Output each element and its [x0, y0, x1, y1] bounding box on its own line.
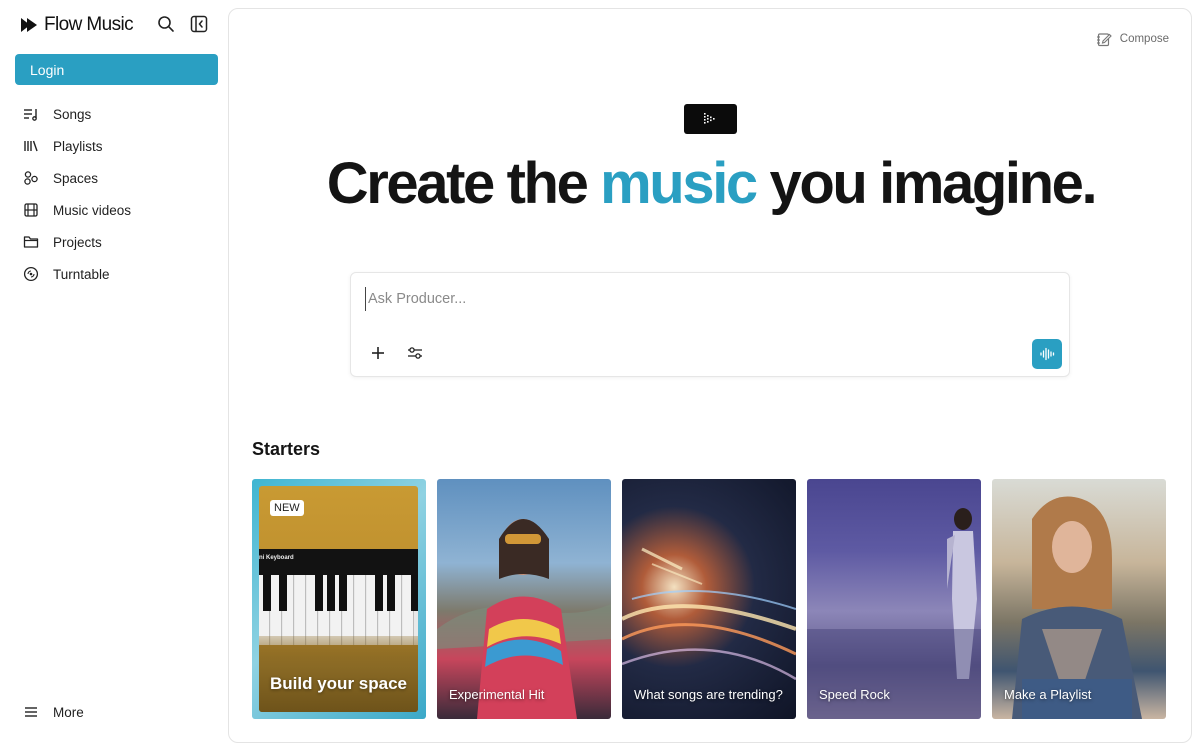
flow-music-app: Flow Music Login Songs Playlists Spaces …: [0, 0, 1200, 750]
spaces-icon: [23, 170, 39, 186]
login-button[interactable]: Login: [15, 54, 218, 85]
sidebar-item-playlists[interactable]: Playlists: [0, 130, 228, 162]
card-label: Make a Playlist: [1004, 687, 1092, 702]
hero-headline: Create the music you imagine.: [229, 149, 1193, 219]
card-label: What songs are trending?: [634, 687, 783, 702]
flow-logo-icon: [20, 16, 38, 34]
sidebar-item-turntable[interactable]: Turntable: [0, 258, 228, 290]
new-badge: NEW: [270, 500, 304, 516]
starters-cards: NEW ni Keyboard Build your space Experim…: [252, 479, 1166, 719]
keyboard-title: ni Keyboard: [259, 555, 294, 561]
compose-button[interactable]: Compose: [1096, 31, 1169, 47]
starter-card-make-a-playlist[interactable]: Make a Playlist: [992, 479, 1166, 719]
starter-card-build-your-space[interactable]: NEW ni Keyboard Build your space: [252, 479, 426, 719]
voice-input-button[interactable]: [1032, 339, 1062, 369]
starters-heading: Starters: [252, 439, 321, 459]
film-icon: [23, 202, 39, 218]
settings-sliders-icon[interactable]: [406, 344, 424, 362]
folder-icon: [23, 234, 39, 250]
brand[interactable]: Flow Music: [20, 14, 134, 36]
compose-icon: [1096, 31, 1112, 47]
sidebar-item-label: Spaces: [53, 170, 99, 186]
sidebar-item-music-videos[interactable]: Music videos: [0, 194, 228, 226]
main-panel: Compose Create the music you imagine. As…: [228, 8, 1192, 743]
starter-card-what-songs-are-trending[interactable]: What songs are trending?: [622, 479, 796, 719]
headline-after: you imagine.: [755, 151, 1097, 216]
sidebar-item-label: Music videos: [53, 202, 132, 218]
light-trails-image: [622, 547, 796, 681]
performer-image: [807, 508, 981, 719]
more-button[interactable]: More: [23, 704, 84, 720]
keyboard-preview-image: NEW ni Keyboard Build your space: [259, 486, 418, 712]
sidebar: Flow Music Login Songs Playlists Spaces …: [0, 0, 228, 750]
starter-card-speed-rock[interactable]: Speed Rock: [807, 479, 981, 719]
sidebar-item-label: Turntable: [53, 266, 110, 282]
keyboard-header-bar: [259, 549, 418, 575]
card-label: Build your space: [270, 674, 407, 693]
sidebar-item-spaces[interactable]: Spaces: [0, 162, 228, 194]
headline-before: Create the: [326, 151, 601, 216]
sidebar-nav: Songs Playlists Spaces Music videos Proj…: [0, 98, 228, 290]
sidebar-item-songs[interactable]: Songs: [0, 98, 228, 130]
songs-icon: [23, 106, 39, 122]
more-label: More: [53, 704, 84, 720]
menu-icon: [23, 704, 39, 720]
brand-name: Flow Music: [44, 14, 134, 35]
sidebar-item-projects[interactable]: Projects: [0, 226, 228, 258]
flow-mark-icon: [684, 104, 737, 134]
card-label: Experimental Hit: [449, 687, 545, 702]
sidebar-item-label: Songs: [53, 106, 92, 122]
turntable-icon: [23, 266, 39, 282]
collapse-sidebar-icon[interactable]: [190, 15, 208, 33]
headline-accent: music: [600, 151, 758, 216]
piano-keys: [259, 575, 418, 645]
card-label: Speed Rock: [819, 687, 890, 702]
playlists-icon: [23, 138, 39, 154]
compose-label: Compose: [1119, 33, 1169, 45]
waveform-icon: [1040, 347, 1055, 361]
starter-card-experimental-hit[interactable]: Experimental Hit: [437, 479, 611, 719]
woman-portrait-image: [1012, 496, 1142, 719]
portrait-image: [437, 519, 611, 719]
ask-producer-input[interactable]: [365, 287, 1045, 311]
add-icon[interactable]: [369, 344, 387, 362]
producer-prompt-box: [350, 272, 1070, 377]
sidebar-item-label: Projects: [53, 234, 102, 250]
sidebar-item-label: Playlists: [53, 138, 103, 154]
search-icon[interactable]: [157, 15, 175, 33]
